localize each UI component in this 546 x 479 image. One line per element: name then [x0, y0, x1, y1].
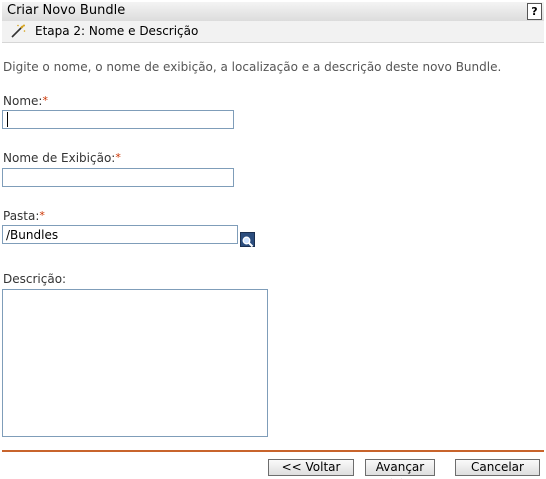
description-label-text: Descrição:	[3, 272, 67, 286]
display-name-label-text: Nome de Exibição:	[3, 151, 116, 165]
folder-label: Pasta:*	[3, 209, 45, 223]
required-marker: *	[115, 151, 121, 164]
instruction-text: Digite o nome, o nome de exibição, a loc…	[3, 60, 502, 74]
text-caret	[7, 112, 8, 127]
name-label: Nome:*	[3, 94, 48, 108]
wizard-wand-icon	[11, 24, 26, 38]
step-title: Etapa 2: Nome e Descrição	[35, 24, 199, 38]
create-bundle-wizard: Criar Novo Bundle ? Etapa 2: Nome e Desc…	[0, 0, 546, 479]
footer-divider	[2, 450, 544, 452]
description-label: Descrição:	[3, 272, 66, 286]
name-input[interactable]	[2, 110, 234, 129]
window-title: Criar Novo Bundle	[7, 3, 126, 18]
cancel-button[interactable]: Cancelar	[455, 459, 540, 476]
name-label-text: Nome:	[3, 94, 43, 108]
display-name-input[interactable]	[2, 168, 234, 187]
title-bar: Criar Novo Bundle ?	[2, 2, 544, 22]
back-button[interactable]: << Voltar	[268, 459, 354, 476]
folder-browse-button[interactable]	[240, 232, 255, 248]
folder-label-text: Pasta:	[3, 209, 40, 223]
magnifier-search-icon	[242, 236, 254, 248]
help-button[interactable]: ?	[527, 3, 542, 20]
required-marker: *	[39, 209, 45, 222]
display-name-label: Nome de Exibição:*	[3, 151, 121, 165]
description-textarea[interactable]	[2, 289, 268, 437]
required-marker: *	[42, 94, 48, 107]
step-header: Etapa 2: Nome e Descrição	[2, 21, 544, 43]
folder-input[interactable]	[2, 225, 238, 244]
next-button[interactable]: Avançar >>	[365, 459, 435, 479]
